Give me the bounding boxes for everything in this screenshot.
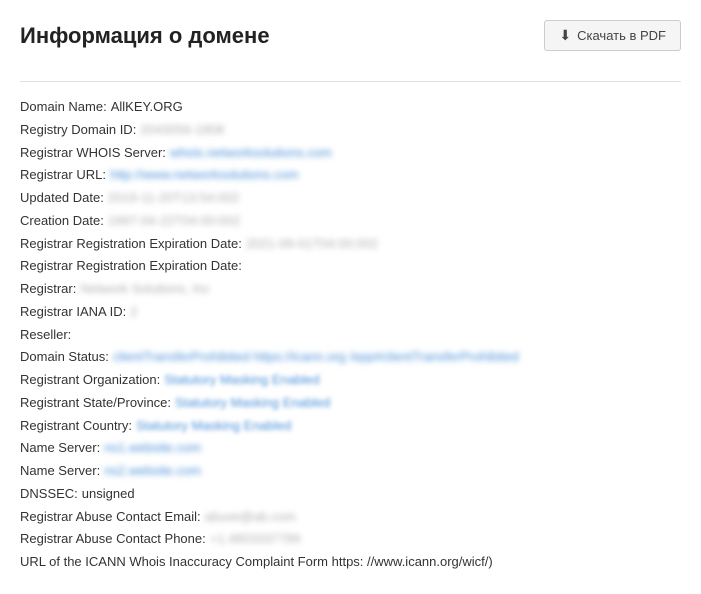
whois-domain-status: Domain Status: clientTransferProhibited …	[20, 346, 681, 369]
reg-state-value: Statutory Masking Enabled	[175, 392, 330, 415]
whois-content: Domain Name: AllKEY.ORG Registry Domain …	[20, 96, 681, 574]
abuse-email-value: abuse@ab.com	[205, 506, 296, 529]
whois-ns2: Name Server: ns2.website.com	[20, 460, 681, 483]
ns1-value: ns1.website.com	[104, 437, 201, 460]
whois-iana: Registrar IANA ID: 2	[20, 301, 681, 324]
whois-domain-name: Domain Name: AllKEY.ORG	[20, 96, 681, 119]
reg-country-label: Registrant Country:	[20, 415, 132, 438]
domain-status-value: clientTransferProhibited https://icann.o…	[113, 346, 519, 369]
whois-registrar-url: Registrar URL: http://www.networksolutio…	[20, 164, 681, 187]
whois-creation-date: Creation Date: 1997-04-22T04:00:002	[20, 210, 681, 233]
updated-date-value: 2019-11-20T13:54:002	[108, 187, 239, 210]
registrar-whois-label: Registrar WHOIS Server:	[20, 142, 166, 165]
whois-reseller: Reseller:	[20, 324, 681, 347]
whois-reg-org: Registrant Organization: Statutory Maski…	[20, 369, 681, 392]
header-divider	[20, 81, 681, 82]
expiration-date2-label: Registrar Registration Expiration Date:	[20, 255, 242, 278]
domain-name-label: Domain Name:	[20, 96, 107, 119]
whois-abuse-email: Registrar Abuse Contact Email: abuse@ab.…	[20, 506, 681, 529]
whois-reg-country: Registrant Country: Statutory Masking En…	[20, 415, 681, 438]
whois-registry-id: Registry Domain ID: 2043056-1808	[20, 119, 681, 142]
download-icon: ⬇	[559, 27, 571, 44]
abuse-phone-value: +1.4803337789	[210, 528, 301, 551]
registrar-url-value: http://www.networksolutions.com	[110, 164, 299, 187]
iana-value: 2	[130, 301, 137, 324]
dnssec-value: unsigned	[82, 483, 135, 506]
dnssec-label: DNSSEC:	[20, 483, 78, 506]
icann-label: URL of the ICANN Whois Inaccuracy Compla…	[20, 551, 493, 574]
whois-registrar-whois: Registrar WHOIS Server: whois.networksol…	[20, 142, 681, 165]
whois-registrar: Registrar: Network Solutions, Inc	[20, 278, 681, 301]
expiration-date1-value: 2021-09-01T04:00:002	[246, 233, 378, 256]
reseller-label: Reseller:	[20, 324, 71, 347]
domain-status-label: Domain Status:	[20, 346, 109, 369]
whois-expiration-date1: Registrar Registration Expiration Date: …	[20, 233, 681, 256]
reg-org-label: Registrant Organization:	[20, 369, 160, 392]
reg-country-value: Statutory Masking Enabled	[136, 415, 291, 438]
registrar-value: Network Solutions, Inc	[80, 278, 209, 301]
pdf-button-label: Скачать в PDF	[577, 28, 666, 43]
registrar-label: Registrar:	[20, 278, 76, 301]
registry-id-value: 2043056-1808	[140, 119, 224, 142]
whois-reg-state: Registrant State/Province: Statutory Mas…	[20, 392, 681, 415]
updated-date-label: Updated Date:	[20, 187, 104, 210]
whois-icann: URL of the ICANN Whois Inaccuracy Compla…	[20, 551, 681, 574]
iana-label: Registrar IANA ID:	[20, 301, 126, 324]
whois-updated-date: Updated Date: 2019-11-20T13:54:002	[20, 187, 681, 210]
domain-name-value: AllKEY.ORG	[111, 96, 183, 119]
reg-org-value: Statutory Masking Enabled	[164, 369, 319, 392]
page-title: Информация о домене	[20, 23, 270, 49]
ns2-label: Name Server:	[20, 460, 100, 483]
page-header: Информация о домене ⬇ Скачать в PDF	[20, 20, 681, 61]
creation-date-value: 1997-04-22T04:00:002	[108, 210, 240, 233]
abuse-email-label: Registrar Abuse Contact Email:	[20, 506, 201, 529]
whois-ns1: Name Server: ns1.website.com	[20, 437, 681, 460]
ns2-value: ns2.website.com	[104, 460, 201, 483]
registrar-whois-value: whois.networksolutions.com	[170, 142, 332, 165]
pdf-download-button[interactable]: ⬇ Скачать в PDF	[544, 20, 681, 51]
whois-dnssec: DNSSEC: unsigned	[20, 483, 681, 506]
registry-id-label: Registry Domain ID:	[20, 119, 136, 142]
abuse-phone-label: Registrar Abuse Contact Phone:	[20, 528, 206, 551]
registrar-url-label: Registrar URL:	[20, 164, 106, 187]
whois-expiration-date2: Registrar Registration Expiration Date:	[20, 255, 681, 278]
expiration-date1-label: Registrar Registration Expiration Date:	[20, 233, 242, 256]
whois-abuse-phone: Registrar Abuse Contact Phone: +1.480333…	[20, 528, 681, 551]
ns1-label: Name Server:	[20, 437, 100, 460]
creation-date-label: Creation Date:	[20, 210, 104, 233]
reg-state-label: Registrant State/Province:	[20, 392, 171, 415]
